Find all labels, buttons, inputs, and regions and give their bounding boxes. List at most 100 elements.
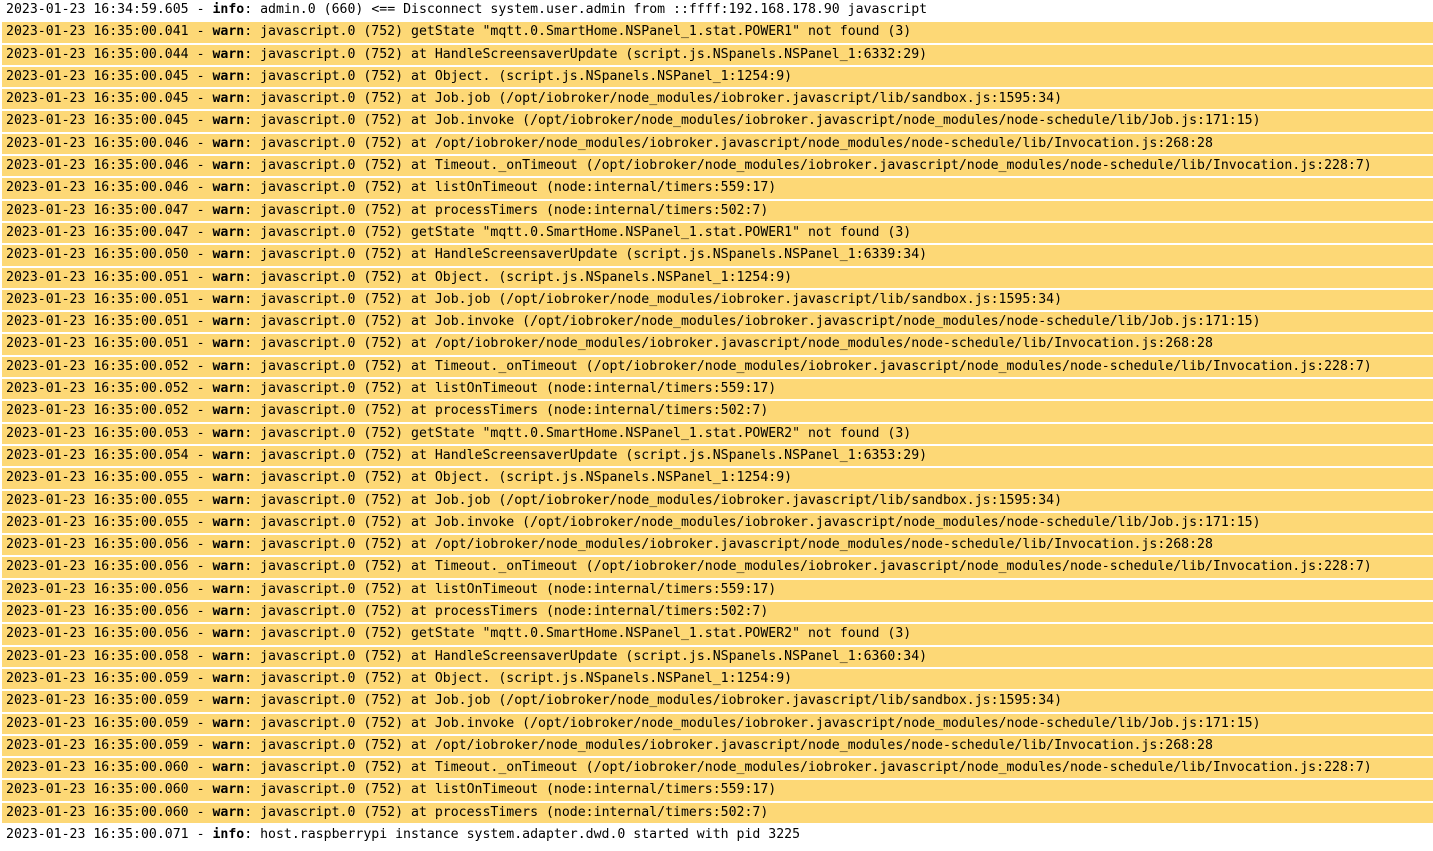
log-timestamp: 2023-01-23 16:35:00.055 [6,470,189,486]
log-pid: 752 [371,626,396,642]
log-level: warn [212,715,245,731]
log-level: warn [212,737,245,753]
log-message: at Job.invoke (/opt/iobroker/node_module… [411,715,1261,731]
log-level: warn [212,24,245,40]
log-timestamp: 2023-01-23 16:34:59.605 [6,2,189,17]
log-pid: 752 [371,158,396,174]
log-row: 2023-01-23 16:35:00.047 - warn: javascri… [2,222,1433,246]
log-pid: 752 [371,24,396,40]
log-timestamp: 2023-01-23 16:35:00.046 [6,180,189,196]
log-level: warn [212,559,245,575]
log-message: at /opt/iobroker/node_modules/iobroker.j… [411,135,1213,151]
log-pid: 752 [371,224,396,240]
log-message: at processTimers (node:internal/timers:5… [411,202,769,218]
log-source: javascript.0 [260,68,356,84]
log-row: 2023-01-23 16:35:00.046 - warn: javascri… [2,156,1433,179]
log-timestamp: 2023-01-23 16:35:00.045 [6,113,189,129]
log-pid: 752 [371,135,396,151]
log-source: javascript.0 [260,24,356,40]
log-source: javascript.0 [260,581,356,597]
log-timestamp: 2023-01-23 16:35:00.060 [6,760,189,776]
log-level: warn [212,782,245,798]
log-message: at Timeout._onTimeout (/opt/iobroker/nod… [411,358,1372,374]
log-pid: 752 [371,782,396,798]
log-pid: 752 [371,336,396,352]
log-pid: 752 [371,403,396,419]
log-message: at Object. (script.js.NSpanels.NSPanel_1… [411,68,793,84]
log-message: at HandleScreensaverUpdate (script.js.NS… [411,447,928,463]
log-message: getState "mqtt.0.SmartHome.NSPanel_1.sta… [411,626,912,642]
log-row: 2023-01-23 16:35:00.052 - warn: javascri… [2,379,1433,402]
log-message: at processTimers (node:internal/timers:5… [411,604,769,620]
log-message: at Timeout._onTimeout (/opt/iobroker/nod… [411,158,1372,174]
log-level: warn [212,604,245,620]
log-message: getState "mqtt.0.SmartHome.NSPanel_1.sta… [411,24,912,40]
log-source: javascript.0 [260,470,356,486]
log-pid: 752 [371,604,396,620]
log-source: javascript.0 [260,626,356,642]
log-source: javascript.0 [260,447,356,463]
log-row: 2023-01-23 16:35:00.050 - warn: javascri… [2,245,1433,268]
log-level: warn [212,381,245,397]
log-message: at Job.job (/opt/iobroker/node_modules/i… [411,291,1063,307]
log-timestamp: 2023-01-23 16:35:00.053 [6,425,189,441]
log-level: warn [212,537,245,553]
log-level: warn [212,180,245,196]
log-source: javascript.0 [260,247,356,263]
log-source: admin.0 [260,2,316,17]
log-source: javascript.0 [260,537,356,553]
log-timestamp: 2023-01-23 16:35:00.059 [6,693,189,709]
log-row: 2023-01-23 16:35:00.051 - warn: javascri… [2,334,1433,357]
log-source: javascript.0 [260,113,356,129]
log-level: info [212,826,245,842]
log-pid: 752 [371,381,396,397]
log-message: at HandleScreensaverUpdate (script.js.NS… [411,247,928,263]
log-pid: 752 [371,470,396,486]
log-level: warn [212,247,245,263]
log-message: at processTimers (node:internal/timers:5… [411,403,769,419]
log-timestamp: 2023-01-23 16:35:00.047 [6,202,189,218]
log-message: at Object. (script.js.NSpanels.NSPanel_1… [411,269,793,285]
log-level: warn [212,358,245,374]
log-source: javascript.0 [260,760,356,776]
log-pid: 752 [371,581,396,597]
log-timestamp: 2023-01-23 16:35:00.052 [6,381,189,397]
log-pid: 752 [371,113,396,129]
log-timestamp: 2023-01-23 16:35:00.052 [6,403,189,419]
log-row: 2023-01-23 16:35:00.056 - warn: javascri… [2,602,1433,625]
log-message: getState "mqtt.0.SmartHome.NSPanel_1.sta… [411,425,912,441]
log-pid: 752 [371,537,396,553]
log-source: javascript.0 [260,737,356,753]
log-message: getState "mqtt.0.SmartHome.NSPanel_1.sta… [411,224,912,240]
log-level: warn [212,46,245,62]
log-level: warn [212,113,245,129]
log-timestamp: 2023-01-23 16:35:00.059 [6,670,189,686]
log-timestamp: 2023-01-23 16:35:00.051 [6,314,189,330]
log-message: at Timeout._onTimeout (/opt/iobroker/nod… [411,559,1372,575]
log-message: at listOnTimeout (node:internal/timers:5… [411,381,777,397]
log-source: javascript.0 [260,559,356,575]
log-pid: 752 [371,447,396,463]
log-row: 2023-01-23 16:35:00.056 - warn: javascri… [2,579,1433,603]
log-row: 2023-01-23 16:35:00.056 - warn: javascri… [2,557,1433,580]
log-row: 2023-01-23 16:35:00.053 - warn: javascri… [2,423,1433,446]
log-source: javascript.0 [260,135,356,151]
log-source: javascript.0 [260,314,356,330]
log-source: javascript.0 [260,514,356,530]
log-timestamp: 2023-01-23 16:35:00.071 [6,826,189,842]
log-message: at /opt/iobroker/node_modules/iobroker.j… [411,737,1213,753]
log-message: at processTimers (node:internal/timers:5… [411,804,769,820]
log-level: warn [212,291,245,307]
log-row: 2023-01-23 16:35:00.044 - warn: javascri… [2,44,1433,67]
log-timestamp: 2023-01-23 16:35:00.056 [6,581,189,597]
log-row: 2023-01-23 16:35:00.045 - warn: javascri… [2,89,1433,112]
log-source: javascript.0 [260,670,356,686]
log-message: at listOnTimeout (node:internal/timers:5… [411,180,777,196]
log-pid: 752 [371,46,396,62]
log-pid: 752 [371,68,396,84]
log-level: warn [212,336,245,352]
log-source: javascript.0 [260,425,356,441]
log-source: host.raspberrypi [260,826,388,842]
log-message: at listOnTimeout (node:internal/timers:5… [411,782,777,798]
log-row: 2023-01-23 16:35:00.059 - warn: javascri… [2,713,1433,736]
